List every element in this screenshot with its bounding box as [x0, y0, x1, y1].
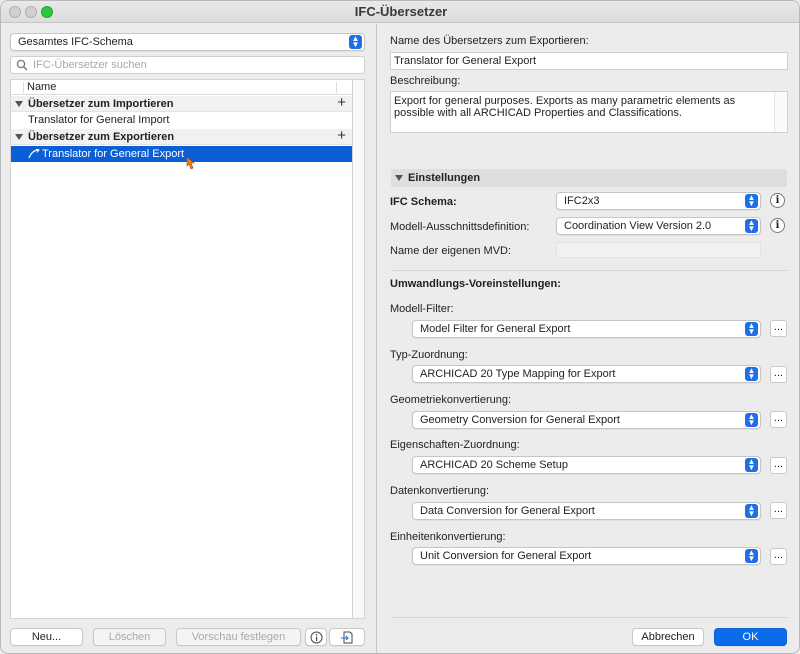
type-mapping-label: Typ-Zuordnung: [390, 349, 468, 361]
custom-mvd-label: Name der eigenen MVD: [390, 245, 512, 257]
list-item-export-translator[interactable]: Translator for General Export [11, 146, 352, 162]
geometry-conversion-options-button[interactable]: ... [770, 411, 787, 428]
unit-conversion-value: Unit Conversion for General Export [420, 550, 592, 562]
popup-arrows-icon: ▲ ▼ [745, 413, 758, 427]
type-mapping-value: ARCHICAD 20 Type Mapping for Export [420, 368, 616, 380]
translator-name-field[interactable]: Translator for General Export [390, 52, 788, 70]
translator-list-pane: Gesamtes IFC-Schema ▲ ▼ IFC-Übersetzer su… [1, 24, 376, 653]
mvd-popup[interactable]: Coordination View Version 2.0 ▲ ▼ [556, 217, 761, 235]
custom-mvd-field [556, 242, 761, 258]
unit-conversion-popup[interactable]: Unit Conversion for General Export ▲ ▼ [412, 547, 761, 565]
mvd-info-button[interactable]: i [770, 218, 785, 233]
settings-section-label: Einstellungen [408, 172, 481, 184]
cancel-button[interactable]: Abbrechen [632, 628, 704, 646]
popup-arrows-icon: ▲ ▼ [745, 219, 758, 233]
column-header-name[interactable]: Name [27, 81, 56, 93]
search-placeholder: IFC-Übersetzer suchen [33, 59, 147, 71]
add-export-translator-button[interactable]: + [337, 128, 346, 144]
translator-arrow-icon [28, 149, 40, 159]
geometry-conversion-value: Geometry Conversion for General Export [420, 414, 620, 426]
geometry-conversion-popup[interactable]: Geometry Conversion for General Export ▲… [412, 411, 761, 429]
model-filter-popup[interactable]: Model Filter for General Export ▲ ▼ [412, 320, 761, 338]
unit-conversion-label: Einheitenkonvertierung: [390, 531, 506, 543]
settings-section-header[interactable]: Einstellungen [391, 169, 787, 187]
data-conversion-options-button[interactable]: ... [770, 502, 787, 519]
schema-filter-popup[interactable]: Gesamtes IFC-Schema ▲ ▼ [10, 33, 365, 51]
data-conversion-value: Data Conversion for General Export [420, 505, 595, 517]
mouse-pointer-icon [186, 156, 195, 170]
group-export[interactable]: Übersetzer zum Exportieren + [11, 128, 352, 145]
ifc-translator-window: IFC-Übersetzer Gesamtes IFC-Schema ▲ ▼ IF… [0, 0, 800, 654]
popup-arrows-icon: ▲ ▼ [745, 194, 758, 208]
list-header: Name [11, 80, 352, 95]
property-mapping-options-button[interactable]: ... [770, 457, 787, 474]
model-filter-label: Modell-Filter: [390, 303, 454, 315]
property-mapping-popup[interactable]: ARCHICAD 20 Scheme Setup ▲ ▼ [412, 456, 761, 474]
list-scrollbar[interactable] [353, 79, 365, 619]
translator-search-field[interactable]: IFC-Übersetzer suchen [10, 56, 365, 74]
disclosure-triangle-icon[interactable] [15, 134, 23, 140]
add-import-translator-button[interactable]: + [337, 95, 346, 111]
popup-arrows-icon: ▲ ▼ [745, 549, 758, 563]
popup-arrows-icon: ▲ ▼ [745, 367, 758, 381]
new-translator-button[interactable]: Neu... [10, 628, 83, 646]
translator-name-label: Name des Übersetzers zum Exportieren: [390, 35, 589, 47]
document-import-icon [341, 631, 353, 644]
window-title: IFC-Übersetzer [354, 4, 448, 19]
search-icon [16, 59, 28, 71]
delete-translator-button[interactable]: Löschen [93, 628, 166, 646]
popup-arrows-icon: ▲ ▼ [745, 458, 758, 472]
popup-arrows-icon: ▲ ▼ [745, 322, 758, 336]
list-item-import-translator[interactable]: Translator for General Import [11, 112, 352, 128]
set-preview-button[interactable]: Vorschau festlegen [176, 628, 301, 646]
description-scrollbar[interactable] [774, 92, 787, 132]
type-mapping-options-button[interactable]: ... [770, 366, 787, 383]
conversion-presets-heading: Umwandlungs-Voreinstellungen: [390, 278, 561, 290]
ok-button[interactable]: OK [714, 628, 787, 646]
ifc-schema-value: IFC2x3 [564, 195, 600, 207]
mvd-label: Modell-Ausschnittsdefinition: [390, 221, 530, 233]
model-filter-options-button[interactable]: ... [770, 320, 787, 337]
list-item-label: Translator for General Export [42, 148, 185, 160]
title-bar: IFC-Übersetzer [1, 1, 799, 23]
data-conversion-label: Datenkonvertierung: [390, 485, 490, 497]
type-mapping-popup[interactable]: ARCHICAD 20 Type Mapping for Export ▲ ▼ [412, 365, 761, 383]
group-import[interactable]: Übersetzer zum Importieren + [11, 95, 352, 112]
ifc-schema-info-button[interactable]: i [770, 193, 785, 208]
description-field[interactable]: Export for general purposes. Exports as … [390, 91, 788, 133]
header-separator [23, 82, 24, 93]
list-item-label: Translator for General Import [28, 114, 170, 126]
info-icon [310, 631, 322, 644]
popup-arrows-icon: ▲ ▼ [349, 35, 362, 49]
disclosure-triangle-icon[interactable] [395, 175, 403, 181]
schema-filter-value: Gesamtes IFC-Schema [18, 36, 133, 48]
description-text: Export for general purposes. Exports as … [394, 95, 736, 119]
disclosure-triangle-icon[interactable] [15, 101, 23, 107]
description-label: Beschreibung: [390, 75, 461, 87]
group-label: Übersetzer zum Importieren [28, 98, 174, 110]
translator-info-button[interactable] [305, 628, 327, 646]
geometry-conversion-label: Geometriekonvertierung: [390, 394, 512, 406]
group-label: Übersetzer zum Exportieren [28, 131, 175, 143]
mvd-value: Coordination View Version 2.0 [564, 220, 712, 232]
import-export-translator-button[interactable] [329, 628, 365, 646]
header-separator [336, 82, 337, 93]
model-filter-value: Model Filter for General Export [420, 323, 571, 335]
popup-arrows-icon: ▲ ▼ [745, 504, 758, 518]
unit-conversion-options-button[interactable]: ... [770, 548, 787, 565]
ifc-schema-popup[interactable]: IFC2x3 ▲ ▼ [556, 192, 761, 210]
data-conversion-popup[interactable]: Data Conversion for General Export ▲ ▼ [412, 502, 761, 520]
separator [391, 617, 787, 618]
translator-settings-pane: Name des Übersetzers zum Exportieren: Tr… [377, 24, 799, 653]
ifc-schema-label: IFC Schema: [390, 196, 457, 208]
separator [391, 270, 787, 271]
property-mapping-value: ARCHICAD 20 Scheme Setup [420, 459, 568, 471]
translator-list: Name Übersetzer zum Importieren + Transl… [10, 79, 353, 619]
property-mapping-label: Eigenschaften-Zuordnung: [390, 439, 520, 451]
